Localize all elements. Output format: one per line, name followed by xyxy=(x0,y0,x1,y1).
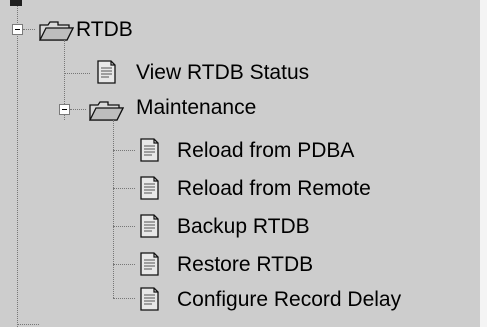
panel-right-edge xyxy=(480,0,487,327)
maintenance-collapse-toggle[interactable] xyxy=(59,104,70,115)
tree-line-item xyxy=(113,264,135,265)
tree-line-rtdb-connector xyxy=(23,29,35,30)
tree-item-reload-from-pdba[interactable]: Reload from PDBA xyxy=(177,139,354,163)
tree-line-item xyxy=(113,188,135,189)
document-icon xyxy=(135,250,163,283)
document-icon xyxy=(135,212,163,245)
tree-item-rtdb[interactable]: RTDB xyxy=(76,18,133,42)
tree-line-outer xyxy=(17,0,18,327)
tree-line-item xyxy=(113,150,135,151)
tree-item-backup-rtdb[interactable]: Backup RTDB xyxy=(177,215,310,239)
tree-item-view-rtdb-status[interactable]: View RTDB Status xyxy=(136,61,309,85)
document-icon xyxy=(135,174,163,207)
open-folder-icon xyxy=(38,18,75,47)
document-icon xyxy=(92,58,120,91)
document-icon xyxy=(135,285,163,318)
tree-panel: RTDB View RTDB Status Maintenance Reload… xyxy=(0,0,487,327)
tree-item-maintenance[interactable]: Maintenance xyxy=(136,96,256,120)
tree-item-reload-from-remote[interactable]: Reload from Remote xyxy=(177,177,371,201)
tree-line-maintenance-children xyxy=(113,120,114,298)
tree-line-item xyxy=(113,226,135,227)
open-folder-icon xyxy=(88,98,125,127)
tree-line-top-stub xyxy=(10,0,22,6)
tree-item-restore-rtdb[interactable]: Restore RTDB xyxy=(177,253,313,277)
tree-line-next xyxy=(17,324,39,325)
tree-line-maintenance-connector xyxy=(70,109,86,110)
tree-line-view-status xyxy=(64,73,90,74)
rtdb-collapse-toggle[interactable] xyxy=(12,24,23,35)
tree-item-configure-record-delay[interactable]: Configure Record Delay xyxy=(177,288,401,312)
document-icon xyxy=(135,136,163,169)
tree-line-item xyxy=(113,298,135,299)
